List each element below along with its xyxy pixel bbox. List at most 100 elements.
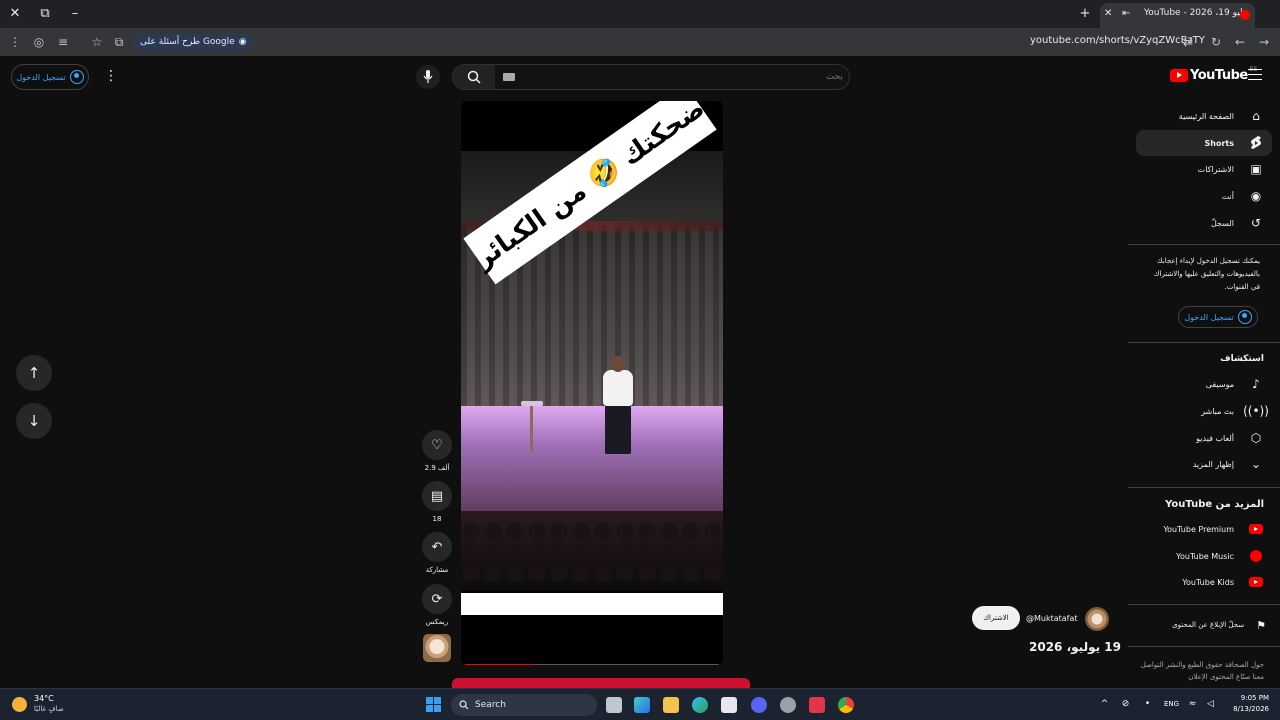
search-input[interactable] (513, 69, 843, 85)
sidebar-item-home[interactable]: الصفحة الرئيسية ⌂ (1136, 103, 1272, 129)
sidebar-item-music-app[interactable]: YouTube Music (1136, 543, 1272, 569)
network-off-icon[interactable]: ⊘ (1120, 699, 1131, 710)
window-close-icon[interactable]: ✕ (5, 4, 25, 24)
sidebar-item-you[interactable]: أنت ◉ (1136, 183, 1272, 209)
remix-action[interactable]: ⟳ ريمكس (421, 584, 453, 626)
like-action[interactable]: ♡ 2.9 ألف (421, 430, 453, 472)
search-icon (459, 700, 469, 710)
discord-icon[interactable] (751, 697, 767, 713)
stage-floor (461, 406, 723, 516)
subscribe-button[interactable]: الاشتراك (972, 606, 1020, 630)
sound-thumbnail[interactable] (423, 634, 451, 662)
sidebar-item-label: YouTube Music (1176, 551, 1234, 561)
sign-in-label: تسجيل الدخول (16, 72, 66, 82)
tray-chevron-up-icon[interactable]: ^ (1099, 699, 1110, 710)
wifi-icon[interactable]: ≈ (1187, 699, 1198, 710)
shorts-icon (1248, 135, 1264, 151)
share-action[interactable]: ↶ مشاركة (421, 532, 453, 574)
chrome-icon[interactable] (838, 697, 854, 713)
start-windows-icon[interactable] (426, 697, 441, 712)
window-maximize-icon[interactable]: ⧉ (35, 4, 55, 24)
sidebar-item-shorts[interactable]: Shorts (1136, 130, 1272, 156)
site-settings-icon[interactable]: ⇄ (1179, 33, 1197, 51)
settings-gear-icon[interactable] (780, 697, 796, 713)
video-progress-fill (465, 664, 534, 665)
sign-in-button[interactable]: تسجيل الدخول (11, 64, 89, 90)
more-options-icon[interactable]: ⋮ (104, 68, 118, 84)
flag-icon: ⚑ (1256, 618, 1266, 632)
sidebar-sign-in-button[interactable]: تسجيل الدخول (1178, 306, 1258, 328)
comment-action[interactable]: ▤ 18 (421, 481, 453, 523)
share-button[interactable]: ↶ (422, 532, 452, 562)
edge-icon[interactable] (692, 697, 708, 713)
remix-icon: ⟳ (431, 591, 443, 607)
tab-audio-icon[interactable]: ⇤ (1122, 8, 1130, 19)
sidebar-item-gaming[interactable]: ألعاب فيديو ⬡ (1136, 425, 1272, 451)
bookmark-star-icon[interactable]: ☆ (88, 33, 106, 51)
youtube-music-icon (1248, 548, 1264, 564)
input-language[interactable]: ENG (1164, 700, 1179, 708)
sidebar-item-premium[interactable]: YouTube Premium (1136, 516, 1272, 542)
logo-text: YouTube (1190, 68, 1248, 83)
forward-icon[interactable]: ← (1231, 33, 1249, 51)
back-icon[interactable]: → (1255, 33, 1273, 51)
explore-title: استكشاف (1220, 354, 1264, 364)
video-progress-bar[interactable] (465, 664, 719, 665)
shorts-video-player[interactable]: ضحكتك 🤣 من الكبائر (461, 101, 723, 665)
weather-temperature[interactable]: 34°C (34, 694, 54, 703)
sidebar-divider (1128, 342, 1280, 343)
taskbar-search[interactable]: Search (451, 694, 597, 716)
like-button[interactable]: ♡ (422, 430, 452, 460)
sidebar-item-history[interactable]: السجلّ ↺ (1136, 210, 1272, 236)
footer-links[interactable]: حول الصحافة حقوق الطبع والنشر التواصل مع… (1134, 659, 1264, 683)
clock-time[interactable]: 9:05 PM (1225, 694, 1269, 702)
previous-short-button[interactable]: ↑ (16, 355, 52, 391)
ask-google-button[interactable]: طرح أسئلة على Google ◉ (134, 34, 253, 50)
pocket-icon[interactable] (809, 697, 825, 713)
weather-sun-icon[interactable] (12, 697, 27, 712)
youtube-kids-icon (1248, 574, 1264, 590)
sidebar-divider (1128, 604, 1280, 605)
install-app-icon[interactable]: ⧉ (110, 33, 128, 51)
sidebar-item-show-more[interactable]: إظهار المزيد ⌄ (1136, 451, 1272, 477)
channel-avatar[interactable] (1085, 607, 1109, 631)
sidebar-item-subscriptions[interactable]: الاشتراكات ▣ (1136, 156, 1272, 182)
comment-button[interactable]: ▤ (422, 481, 452, 511)
search-box (452, 64, 850, 90)
next-short-button[interactable]: ↓ (16, 403, 52, 439)
extension-icon[interactable]: ◎ (30, 33, 48, 51)
reload-icon[interactable]: ↻ (1207, 33, 1225, 51)
clock-date[interactable]: 8/13/2026 (1225, 705, 1269, 713)
window-minimize-icon[interactable]: – (65, 4, 85, 24)
volume-icon[interactable]: ◁ (1205, 699, 1216, 710)
channel-name[interactable]: @Muktatafat (1026, 614, 1078, 623)
menu-hamburger-icon[interactable] (1248, 69, 1262, 80)
next-content-preview (452, 678, 750, 688)
lens-icon: ◉ (238, 37, 247, 47)
close-tab-icon[interactable]: ✕ (1104, 8, 1112, 19)
weather-description[interactable]: صافٍ غالبًا (34, 705, 64, 713)
browser-tab[interactable]: ✕ ⇤ YouTube - 2026 ،19 يوليو (1100, 3, 1255, 28)
sidebar-item-label: إظهار المزيد (1192, 459, 1234, 469)
new-tab-icon[interactable]: + (1075, 4, 1095, 24)
menu-dots-icon[interactable]: ⋮ (6, 33, 24, 51)
voice-search-button[interactable] (416, 65, 440, 89)
widgets-icon[interactable] (634, 697, 650, 713)
ask-google-label: طرح أسئلة على Google (140, 37, 235, 47)
report-history-link[interactable]: سجلّ الإبلاغ عن المحتوى ⚑ (1150, 616, 1266, 634)
youtube-favicon-icon (1240, 10, 1250, 20)
browser-tab-strip: ✕ ⧉ – + ✕ ⇤ YouTube - 2026 ،19 يوليو (0, 0, 1280, 28)
sidebar-item-live[interactable]: بث مباشر ((•)) (1136, 398, 1272, 424)
task-view-icon[interactable] (606, 697, 622, 713)
tune-icon[interactable]: ≡ (54, 33, 72, 51)
store-icon[interactable] (721, 697, 737, 713)
remix-button[interactable]: ⟳ (422, 584, 452, 614)
sidebar-item-music[interactable]: موسيقى ♪ (1136, 371, 1272, 397)
file-explorer-icon[interactable] (663, 697, 679, 713)
subscriptions-icon: ▣ (1250, 162, 1262, 176)
search-button[interactable] (453, 65, 495, 89)
microphone-icon[interactable]: • (1142, 699, 1153, 710)
sidebar-item-kids[interactable]: YouTube Kids (1136, 569, 1272, 595)
like-count: 2.9 ألف (424, 464, 450, 472)
youtube-logo[interactable]: YouTube ES (1170, 66, 1257, 83)
